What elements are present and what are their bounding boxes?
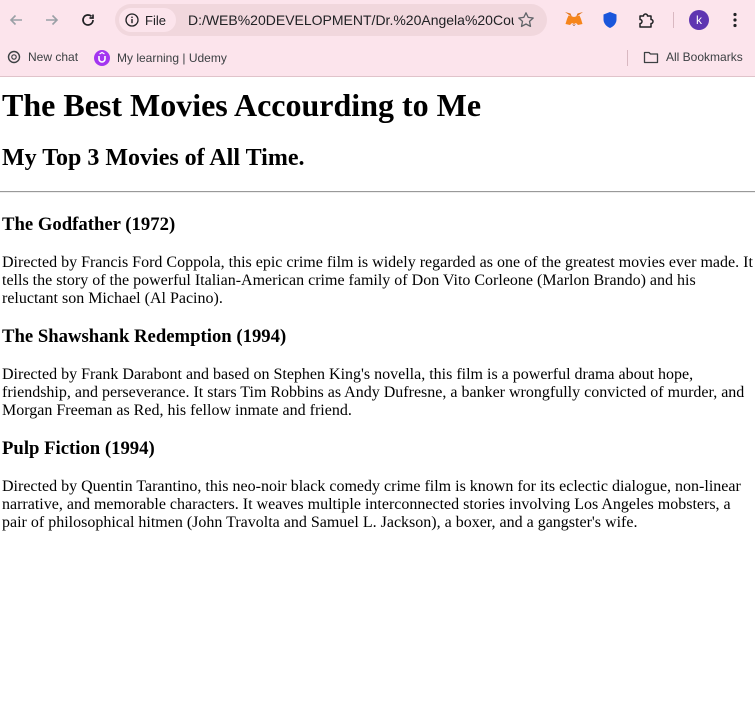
metamask-fox-icon	[565, 12, 583, 26]
back-button[interactable]	[4, 8, 28, 32]
shield-icon	[603, 12, 617, 28]
profile-avatar[interactable]: k	[689, 10, 709, 30]
browser-toolbar: File D:/WEB%20DEVELOPMENT/Dr.%20Angela%2…	[0, 0, 755, 40]
movie-entry: The Godfather (1972) Directed by Francis…	[2, 214, 753, 308]
bookmark-udemy[interactable]: My learning | Udemy	[94, 50, 227, 66]
movie-entry: Pulp Fiction (1994) Directed by Quentin …	[2, 438, 753, 532]
movie-heading: The Shawshank Redemption (1994)	[2, 326, 287, 347]
movie-heading: The Godfather (1972)	[2, 214, 176, 235]
puzzle-icon	[639, 13, 654, 28]
kebab-menu-icon	[733, 12, 737, 28]
movie-description: Directed by Quentin Tarantino, this neo-…	[2, 478, 741, 531]
bookmarks-separator	[627, 50, 628, 66]
reload-icon	[82, 14, 94, 26]
openai-icon	[7, 50, 21, 64]
arrow-right-icon	[46, 14, 59, 26]
movie-description: Directed by Frank Darabont and based on …	[2, 366, 745, 419]
forward-button[interactable]	[40, 8, 64, 32]
reload-button[interactable]	[76, 8, 100, 32]
bookmarks-bar: New chat My learning | Udemy All Bookmar…	[0, 40, 755, 77]
browser-chrome: File D:/WEB%20DEVELOPMENT/Dr.%20Angela%2…	[0, 0, 755, 77]
extensions-button[interactable]	[634, 8, 658, 32]
movie-entry: The Shawshank Redemption (1994) Directed…	[2, 326, 753, 420]
udemy-icon	[94, 50, 110, 66]
site-info-chip[interactable]: File	[119, 8, 176, 32]
bookmark-label: My learning | Udemy	[117, 51, 227, 65]
all-bookmarks-button[interactable]: All Bookmarks	[643, 50, 743, 64]
arrow-left-icon	[9, 14, 22, 26]
shield-extension-button[interactable]	[598, 8, 622, 32]
address-bar[interactable]: File D:/WEB%20DEVELOPMENT/Dr.%20Angela%2…	[115, 4, 547, 36]
page-title: The Best Movies Accourding to Me	[2, 87, 482, 123]
info-icon	[125, 13, 139, 27]
metamask-extension-button[interactable]	[562, 8, 586, 32]
site-chip-label: File	[145, 12, 166, 28]
toolbar-separator	[673, 12, 674, 28]
divider	[0, 191, 755, 193]
folder-icon	[643, 51, 659, 64]
all-bookmarks-label: All Bookmarks	[666, 50, 743, 64]
menu-button[interactable]	[723, 8, 747, 32]
url-text[interactable]: D:/WEB%20DEVELOPMENT/Dr.%20Angela%20Cou.…	[188, 12, 514, 28]
movie-description: Directed by Francis Ford Coppola, this e…	[2, 254, 753, 307]
bookmark-label: New chat	[28, 50, 79, 64]
bookmark-star-button[interactable]	[517, 11, 535, 34]
star-icon	[518, 12, 534, 28]
page-subtitle: My Top 3 Movies of All Time.	[2, 145, 305, 171]
movie-heading: Pulp Fiction (1994)	[2, 438, 155, 459]
page-content: The Best Movies Accourding to Me My Top …	[0, 87, 755, 532]
bookmark-new-chat[interactable]: New chat	[7, 50, 78, 64]
